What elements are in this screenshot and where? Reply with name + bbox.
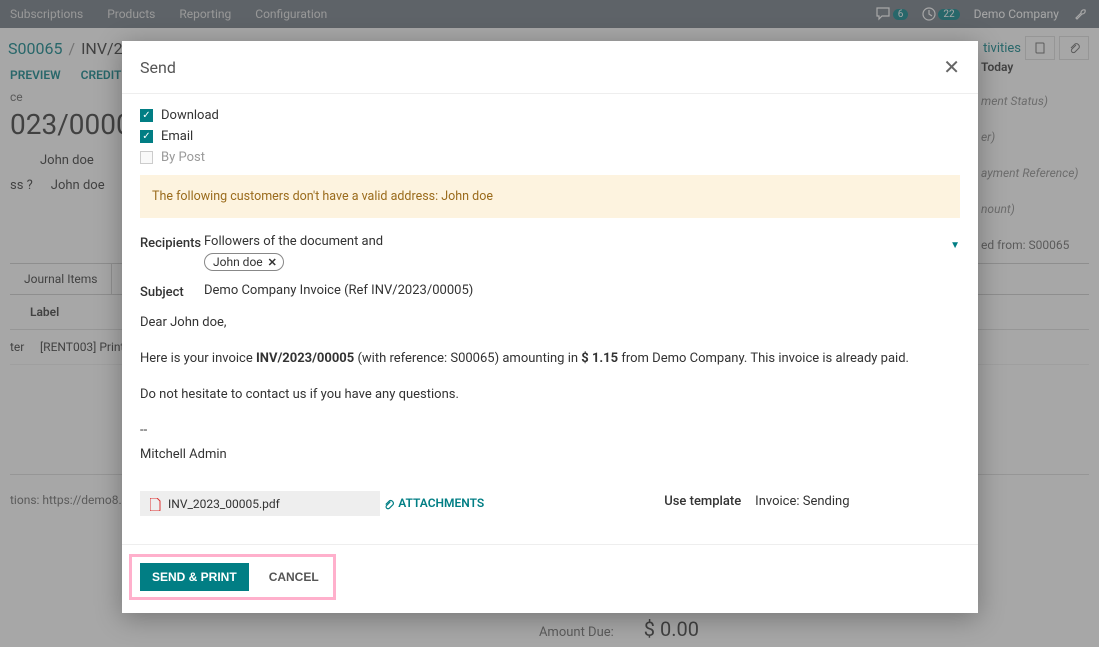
send-modal: Send ✕ ✓ Download ✓ Email By Post The fo… bbox=[122, 41, 978, 613]
attachment-file[interactable]: INV_2023_00005.pdf bbox=[140, 491, 380, 515]
email-main-line: Here is your invoice INV/2023/00005 (wit… bbox=[140, 348, 960, 370]
checkbox-icon[interactable]: ✓ bbox=[140, 130, 153, 143]
modal-title: Send bbox=[140, 58, 176, 77]
use-template-label: Use template bbox=[664, 494, 741, 509]
remove-tag-icon[interactable]: ✕ bbox=[268, 256, 277, 269]
checkbox-icon[interactable]: ✓ bbox=[140, 109, 153, 122]
download-label: Download bbox=[161, 108, 219, 123]
chevron-down-icon[interactable]: ▼ bbox=[950, 240, 960, 251]
email-sig-sep: -- bbox=[140, 420, 960, 442]
pdf-icon bbox=[150, 496, 161, 510]
send-print-button[interactable]: SEND & PRINT bbox=[140, 563, 249, 591]
download-checkbox-row[interactable]: ✓ Download bbox=[140, 108, 960, 123]
post-checkbox-row[interactable]: By Post bbox=[140, 150, 960, 165]
email-contact-line: Do not hesitate to contact us if you hav… bbox=[140, 384, 960, 406]
subject-input[interactable]: Demo Company Invoice (Ref INV/2023/00005… bbox=[204, 283, 960, 298]
recipient-tag-label: John doe bbox=[213, 255, 263, 269]
email-signature: Mitchell Admin bbox=[140, 444, 960, 466]
recipient-tag[interactable]: John doe ✕ bbox=[204, 253, 284, 271]
email-label: Email bbox=[161, 129, 193, 144]
subject-label: Subject bbox=[140, 283, 204, 300]
recipients-label: Recipients bbox=[140, 234, 204, 251]
paperclip-icon bbox=[383, 496, 394, 510]
checkbox-icon[interactable] bbox=[140, 151, 153, 164]
modal-footer: SEND & PRINT CANCEL bbox=[122, 544, 978, 613]
modal-header: Send ✕ bbox=[122, 41, 978, 94]
email-body-editor[interactable]: Dear John doe, Here is your invoice INV/… bbox=[140, 312, 960, 466]
email-greeting: Dear John doe, bbox=[140, 312, 960, 334]
attachment-filename: INV_2023_00005.pdf bbox=[168, 497, 280, 511]
recipients-text: Followers of the document and bbox=[204, 234, 960, 249]
email-checkbox-row[interactable]: ✓ Email bbox=[140, 129, 960, 144]
close-icon[interactable]: ✕ bbox=[943, 55, 960, 79]
cancel-button[interactable]: CANCEL bbox=[263, 563, 325, 591]
highlighted-actions: SEND & PRINT CANCEL bbox=[129, 554, 336, 600]
warning-banner: The following customers don't have a val… bbox=[140, 175, 960, 218]
post-label: By Post bbox=[161, 150, 205, 165]
modal-body: ✓ Download ✓ Email By Post The following… bbox=[122, 94, 978, 544]
attachments-button[interactable]: ATTACHMENTS bbox=[383, 496, 484, 510]
template-select[interactable]: Invoice: Sending bbox=[755, 494, 849, 509]
